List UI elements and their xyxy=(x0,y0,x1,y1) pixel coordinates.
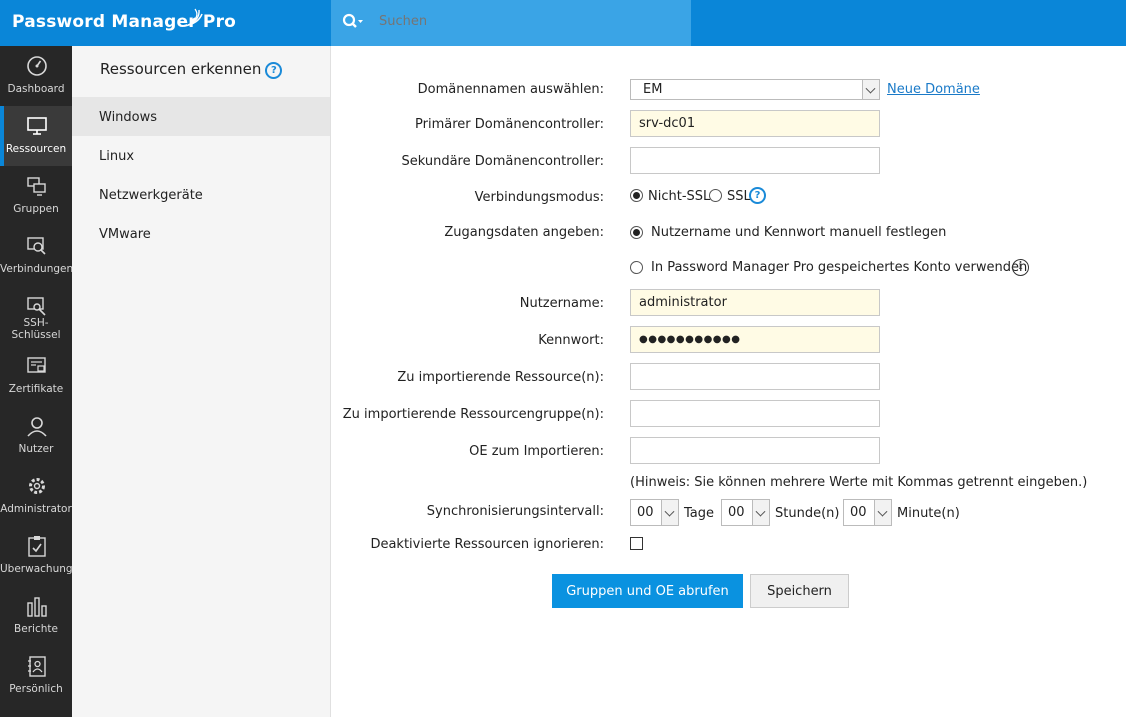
search-input[interactable] xyxy=(379,14,669,29)
resources-input[interactable] xyxy=(630,363,880,390)
help-icon[interactable]: ? xyxy=(265,62,283,79)
sync-days-select[interactable]: 00 xyxy=(630,499,679,526)
nav-item-administrator[interactable]: Administrator xyxy=(0,466,72,526)
nav-item-groups[interactable]: Gruppen xyxy=(0,166,72,226)
sync-hours-unit: Stunde(n) xyxy=(775,506,840,521)
sidebar-title: Ressourcen erkennen? xyxy=(100,60,283,79)
domain-select[interactable]: EM xyxy=(630,79,880,100)
new-domain-link[interactable]: Neue Domäne xyxy=(887,82,980,97)
main-navigation: Dashboard Ressourcen Gruppen Verbindunge… xyxy=(0,46,72,717)
ssl-help-icon[interactable]: ? xyxy=(749,187,766,204)
sidebar-title-text: Ressourcen erkennen xyxy=(100,60,262,78)
nav-item-ssh-keys[interactable]: SSH- Schlüssel xyxy=(0,286,72,346)
nav-label: Dashboard xyxy=(7,83,65,95)
fetch-groups-ou-button[interactable]: Gruppen und OE abrufen xyxy=(552,574,743,608)
app-logo[interactable]: Password Manager Pro xyxy=(0,0,331,46)
sidebar-item-windows[interactable]: Windows xyxy=(72,97,330,136)
user-icon xyxy=(27,417,47,437)
monitor-icon xyxy=(27,117,47,135)
gear-icon xyxy=(29,478,45,494)
sync-hours-value: 00 xyxy=(728,505,745,520)
credentials-label: Zugangsdaten angeben: xyxy=(444,225,604,240)
sync-minutes-unit: Minute(n) xyxy=(897,506,960,521)
username-input[interactable]: administrator xyxy=(630,289,880,316)
chevron-down-icon[interactable] xyxy=(874,500,891,525)
radio-stored-account-label: In Password Manager Pro gespeichertes Ko… xyxy=(651,260,1028,275)
search-bar[interactable] xyxy=(331,0,691,46)
nav-label: Überwachung xyxy=(0,563,72,575)
nav-item-reports[interactable]: Berichte xyxy=(0,586,72,646)
nav-label: Administrator xyxy=(0,503,72,515)
clipboard-icon xyxy=(28,536,46,557)
ou-label: OE zum Importieren: xyxy=(469,444,604,459)
ssh-key-icon xyxy=(27,297,46,316)
resource-groups-label: Zu importierende Ressourcengruppe(n): xyxy=(342,407,604,422)
sync-minutes-value: 00 xyxy=(850,505,867,520)
primary-dc-label: Primärer Domänencontroller: xyxy=(415,117,604,132)
contacts-icon xyxy=(28,656,46,677)
chevron-down-icon[interactable] xyxy=(862,80,879,99)
nav-label: Verbindungen xyxy=(0,263,72,275)
chevron-down-icon[interactable] xyxy=(661,500,678,525)
nav-item-resources[interactable]: Ressourcen xyxy=(0,106,72,166)
sync-days-unit: Tage xyxy=(684,506,715,521)
secondary-dc-input[interactable] xyxy=(630,147,880,174)
nav-item-certificates[interactable]: Zertifikate xyxy=(0,346,72,406)
nav-label: Gruppen xyxy=(13,203,59,215)
ou-input[interactable] xyxy=(630,437,880,464)
radio-manual-credentials-label: Nutzername und Kennwort manuell festlege… xyxy=(651,225,947,240)
groups-icon xyxy=(27,177,46,196)
sync-minutes-select[interactable]: 00 xyxy=(843,499,892,526)
radio-non-ssl[interactable] xyxy=(630,189,643,202)
sync-hours-select[interactable]: 00 xyxy=(721,499,770,526)
sidebar-item-linux[interactable]: Linux xyxy=(72,136,330,175)
resource-groups-input[interactable] xyxy=(630,400,880,427)
sync-days-value: 00 xyxy=(637,505,654,520)
reports-icon xyxy=(27,597,47,617)
secondary-dc-label: Sekundäre Domänencontroller: xyxy=(401,154,604,169)
nav-item-monitoring[interactable]: Überwachung xyxy=(0,526,72,586)
nav-label: Nutzer xyxy=(18,443,54,455)
nav-item-connections[interactable]: Verbindungen xyxy=(0,226,72,286)
dashboard-icon xyxy=(27,56,47,76)
radio-manual-credentials[interactable] xyxy=(630,226,643,239)
search-icon[interactable] xyxy=(342,13,364,31)
logo-swoosh-icon xyxy=(183,8,203,27)
resources-label: Zu importierende Ressource(n): xyxy=(397,370,604,385)
certificate-icon xyxy=(27,357,46,373)
resource-discovery-sidebar: Ressourcen erkennen? Windows Linux Netzw… xyxy=(72,46,331,717)
connection-mode-label: Verbindungsmodus: xyxy=(474,190,604,205)
nav-label: Berichte xyxy=(14,623,58,635)
sidebar-item-network-devices[interactable]: Netzwerkgeräte xyxy=(72,175,330,214)
radio-ssl-label: SSL xyxy=(727,189,751,204)
domain-select-value: EM xyxy=(643,82,663,97)
nav-label: Persönlich xyxy=(9,683,63,695)
nav-label: Zertifikate xyxy=(8,383,64,395)
top-bar: Password Manager Pro xyxy=(0,0,1126,46)
nav-item-personal[interactable]: Persönlich xyxy=(0,646,72,706)
radio-non-ssl-label: Nicht-SSL xyxy=(648,189,711,204)
nav-label: SSH- Schlüssel xyxy=(11,317,61,341)
domain-label: Domänennamen auswählen: xyxy=(417,82,604,97)
password-input[interactable]: ●●●●●●●●●●● xyxy=(630,326,880,353)
radio-ssl[interactable] xyxy=(709,189,722,202)
nav-label: Ressourcen xyxy=(5,143,67,155)
connections-icon xyxy=(27,237,46,255)
chevron-down-icon[interactable] xyxy=(752,500,769,525)
info-icon[interactable]: i xyxy=(1012,259,1029,276)
radio-stored-account[interactable] xyxy=(630,261,643,274)
username-label: Nutzername: xyxy=(519,296,604,311)
sync-interval-label: Synchronisierungsintervall: xyxy=(426,504,604,519)
save-button[interactable]: Speichern xyxy=(750,574,849,608)
primary-dc-input[interactable]: srv-dc01 xyxy=(630,110,880,137)
nav-item-users[interactable]: Nutzer xyxy=(0,406,72,466)
hint-text: (Hinweis: Sie können mehrere Werte mit K… xyxy=(630,475,1088,490)
sidebar-item-vmware[interactable]: VMware xyxy=(72,214,330,253)
password-label: Kennwort: xyxy=(538,333,604,348)
ignore-disabled-checkbox[interactable] xyxy=(630,537,643,550)
nav-item-dashboard[interactable]: Dashboard xyxy=(0,46,72,106)
ignore-disabled-label: Deaktivierte Ressourcen ignorieren: xyxy=(370,537,604,552)
